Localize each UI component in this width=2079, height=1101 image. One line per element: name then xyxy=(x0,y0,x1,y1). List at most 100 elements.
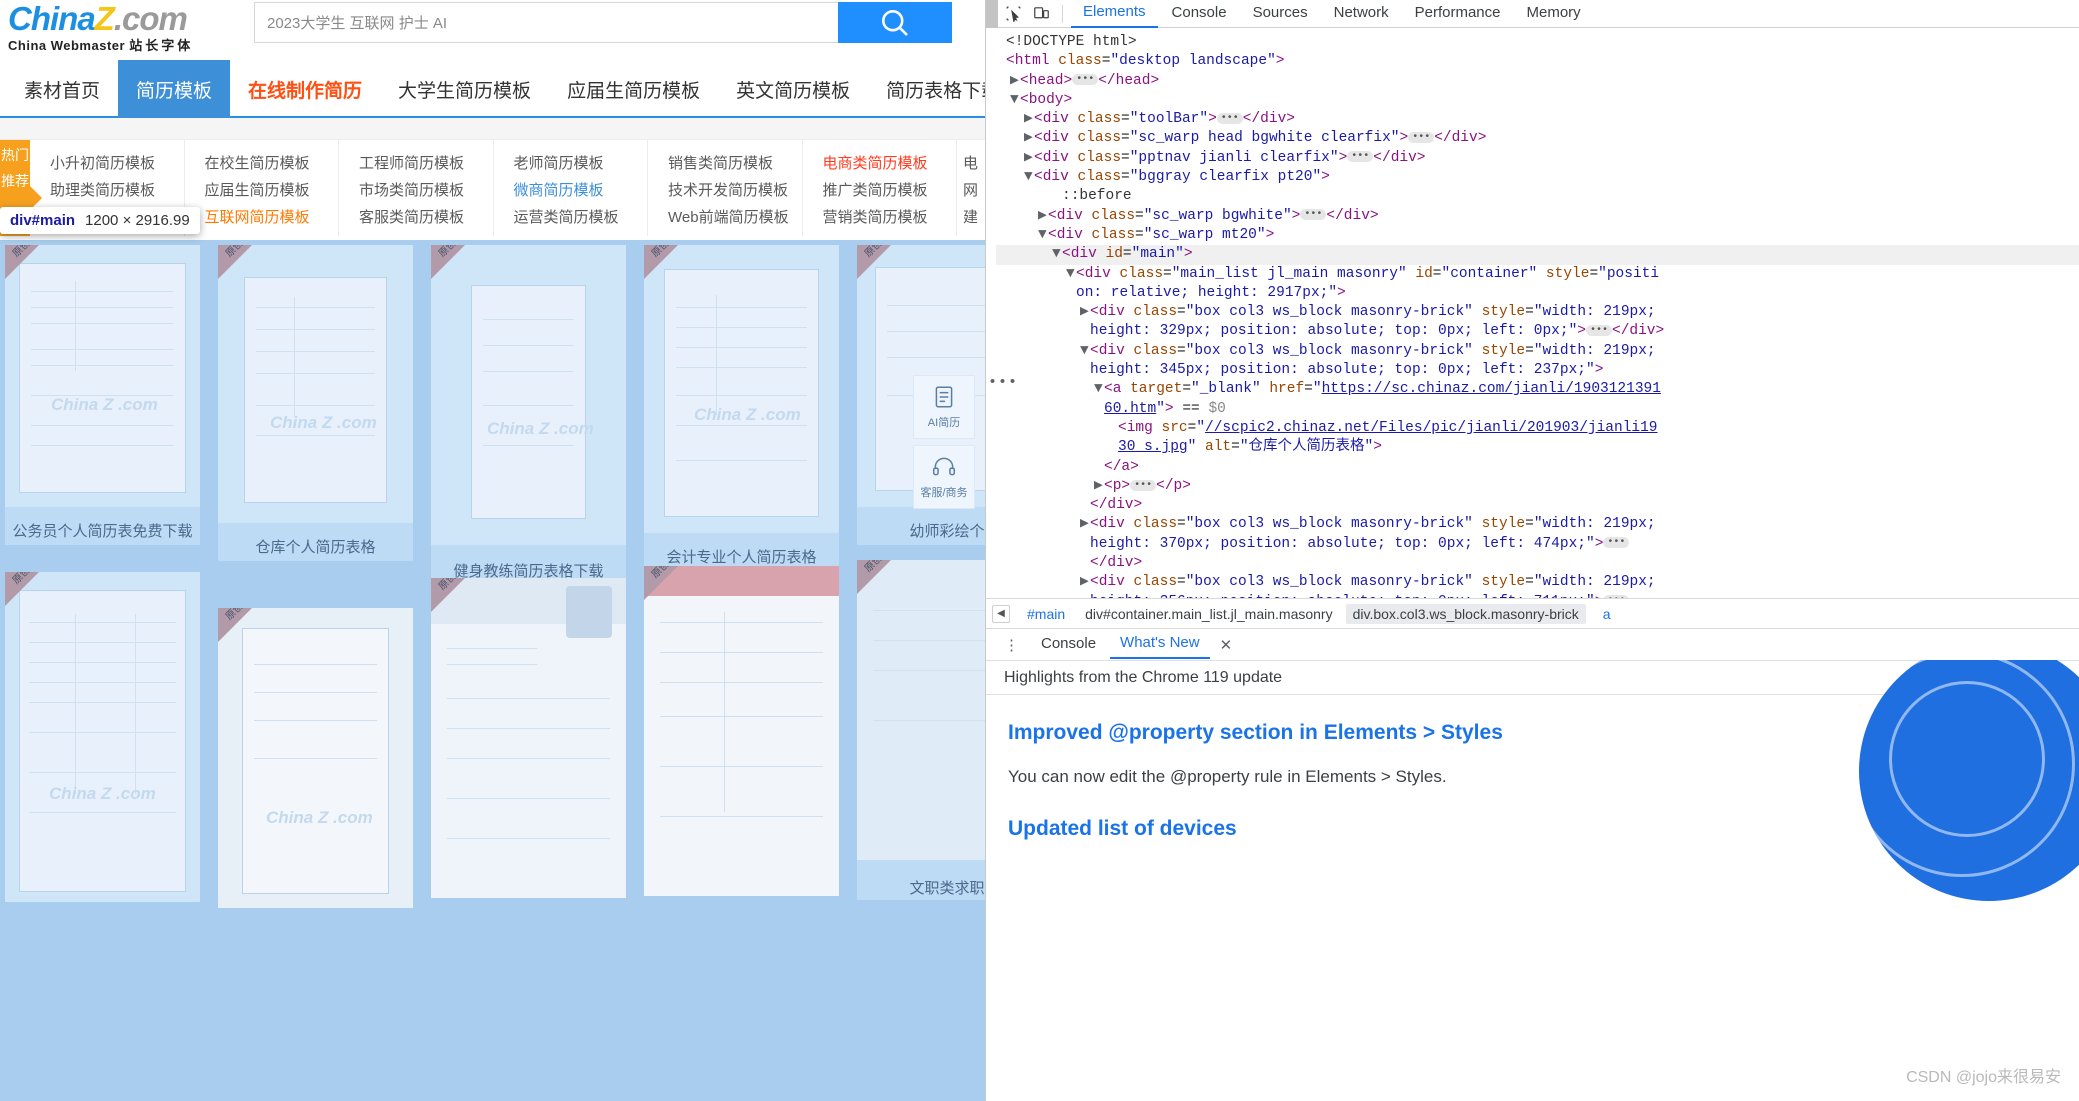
nav-item-4[interactable]: 应届生简历模板 xyxy=(549,60,718,118)
device-toolbar-button[interactable] xyxy=(1028,3,1054,25)
devtools-tab-sources[interactable]: Sources xyxy=(1241,0,1320,27)
template-card[interactable]: 原创 xyxy=(431,578,626,898)
sublink[interactable]: 工程师简历模板 xyxy=(359,150,493,177)
template-card[interactable]: China Z .com 原创 xyxy=(5,572,200,902)
dom-tree-line[interactable]: ▶<div class="pptnav jianli clearfix">•••… xyxy=(996,149,2079,168)
devtools-tab-console[interactable]: Console xyxy=(1160,0,1239,27)
disclosure-triangle-icon[interactable]: ▼ xyxy=(1094,380,1104,399)
sublink[interactable]: 技术开发简历模板 xyxy=(668,177,802,204)
disclosure-triangle-icon[interactable]: ▼ xyxy=(1024,168,1034,187)
sublink[interactable]: 电 xyxy=(963,150,985,177)
dom-tree-line[interactable]: ▼<div class="main_list jl_main masonry" … xyxy=(996,265,2079,284)
sublink[interactable]: 推广类简历模板 xyxy=(823,177,957,204)
dom-tree-line[interactable]: on: relative; height: 2917px;"> xyxy=(996,284,2079,303)
disclosure-triangle-icon[interactable]: ▶ xyxy=(1080,573,1090,592)
nav-item-2[interactable]: 在线制作简历 xyxy=(230,60,380,118)
sublink[interactable]: 市场类简历模板 xyxy=(359,177,493,204)
sublink[interactable]: 客服类简历模板 xyxy=(359,204,493,231)
sublink[interactable]: 助理类简历模板 xyxy=(50,177,184,204)
drawer-tab-console[interactable]: Console xyxy=(1031,631,1106,658)
disclosure-triangle-icon[interactable]: ▶ xyxy=(1010,72,1020,91)
dom-tree-line[interactable]: ::before xyxy=(996,187,2079,206)
template-card[interactable]: China Z .com 原创 仓库个人简历表格 xyxy=(218,245,413,561)
sublink[interactable]: 小升初简历模板 xyxy=(50,150,184,177)
devtools-tab-memory[interactable]: Memory xyxy=(1515,0,1593,27)
disclosure-triangle-icon[interactable]: ▶ xyxy=(1024,129,1034,148)
devtools-resize-handle[interactable] xyxy=(986,0,998,28)
dom-tree-line[interactable]: ▶<div class="sc_warp bgwhite">•••</div> xyxy=(996,207,2079,226)
dom-tree-line[interactable]: </div> xyxy=(996,496,2079,515)
disclosure-triangle-icon[interactable]: ▶ xyxy=(1080,303,1090,322)
dom-tree-line[interactable]: height: 345px; position: absolute; top: … xyxy=(996,361,2079,380)
sublink[interactable]: 建 xyxy=(963,204,985,231)
disclosure-triangle-icon[interactable]: ▶ xyxy=(1094,477,1104,496)
sublink[interactable]: 网 xyxy=(963,177,985,204)
devtools-tab-performance[interactable]: Performance xyxy=(1403,0,1513,27)
dom-tree-line[interactable]: ▼<body> xyxy=(996,91,2079,110)
sublink[interactable]: Web前端简历模板 xyxy=(668,204,802,231)
sublink[interactable]: 微商简历模板 xyxy=(514,177,648,204)
nav-item-0[interactable]: 素材首页 xyxy=(6,60,118,118)
disclosure-triangle-icon[interactable]: ▼ xyxy=(1038,226,1048,245)
dom-tree-line[interactable]: ▼<div class="box col3 ws_block masonry-b… xyxy=(996,342,2079,361)
side-tool-support[interactable]: 客服/商务 xyxy=(913,445,975,509)
template-card[interactable]: 原创 文职类求职简 xyxy=(857,560,985,900)
nav-item-3[interactable]: 大学生简历模板 xyxy=(380,60,549,118)
dom-tree-line[interactable]: ▼<div id="main"> xyxy=(996,245,2079,264)
search-input[interactable] xyxy=(255,3,838,42)
inspect-element-button[interactable] xyxy=(1000,3,1026,25)
sublink[interactable]: 营销类简历模板 xyxy=(823,204,957,231)
nav-item-5[interactable]: 英文简历模板 xyxy=(718,60,868,118)
dom-tree-line[interactable]: height: 329px; position: absolute; top: … xyxy=(996,322,2079,341)
dom-tree-line[interactable]: ▶<div class="box col3 ws_block masonry-b… xyxy=(996,303,2079,322)
sublink[interactable]: 老师简历模板 xyxy=(514,150,648,177)
disclosure-triangle-icon[interactable]: ▶ xyxy=(1080,515,1090,534)
devtools-tab-elements[interactable]: Elements xyxy=(1071,0,1158,28)
dom-tree-line[interactable]: <html class="desktop landscape"> xyxy=(996,52,2079,71)
dom-tree-line[interactable]: ▶<head>•••</head> xyxy=(996,72,2079,91)
side-tool-ai-resume[interactable]: AI简历 xyxy=(913,375,975,439)
dom-tree-line[interactable]: 60.htm"> == $0 xyxy=(996,400,2079,419)
sublink[interactable]: 在校生简历模板 xyxy=(205,150,339,177)
dom-tree-line[interactable]: </div> xyxy=(996,554,2079,573)
nav-item-6[interactable]: 简历表格下载 xyxy=(868,60,985,118)
search-box[interactable] xyxy=(254,2,838,43)
template-card[interactable]: China Z .com 原创 健身教练简历表格下载 xyxy=(431,245,626,585)
drawer-tab-whats-new[interactable]: What's New xyxy=(1110,630,1210,659)
dom-tree-line[interactable]: height: 370px; position: absolute; top: … xyxy=(996,535,2079,554)
dom-tree-line[interactable]: </a> xyxy=(996,458,2079,477)
disclosure-triangle-icon[interactable]: ▶ xyxy=(1038,207,1048,226)
dom-tree-line[interactable]: 30_s.jpg" alt="仓库个人简历表格"> xyxy=(996,438,2079,457)
disclosure-triangle-icon[interactable]: ▼ xyxy=(1080,342,1090,361)
breadcrumb-scroll-left-icon[interactable]: ◀ xyxy=(992,605,1010,623)
disclosure-triangle-icon[interactable]: ▼ xyxy=(1066,265,1076,284)
breadcrumb-item-main[interactable]: #main xyxy=(1020,604,1072,624)
disclosure-triangle-icon[interactable]: ▶ xyxy=(1024,110,1034,129)
close-icon[interactable]: ✕ xyxy=(1214,636,1239,654)
disclosure-triangle-icon[interactable]: ▶ xyxy=(1024,149,1034,168)
dom-tree-line[interactable]: <!DOCTYPE html> xyxy=(996,33,2079,52)
dom-tree[interactable]: <!DOCTYPE html><html class="desktop land… xyxy=(986,28,2079,598)
disclosure-triangle-icon[interactable]: ▼ xyxy=(1010,91,1020,110)
sublink[interactable]: 电商类简历模板 xyxy=(823,150,957,177)
disclosure-triangle-icon[interactable]: ▼ xyxy=(1052,245,1062,264)
sublink[interactable]: 应届生简历模板 xyxy=(205,177,339,204)
sublink[interactable]: 销售类简历模板 xyxy=(668,150,802,177)
dom-tree-line[interactable]: ▶<div class="sc_warp head bgwhite clearf… xyxy=(996,129,2079,148)
breadcrumb-item-box[interactable]: div.box.col3.ws_block.masonry-brick xyxy=(1346,604,1586,624)
dom-tree-line[interactable]: ▶<div class="box col3 ws_block masonry-b… xyxy=(996,515,2079,534)
nav-item-1[interactable]: 简历模板 xyxy=(118,60,230,118)
dom-tree-line[interactable]: ▶<div class="box col3 ws_block masonry-b… xyxy=(996,573,2079,592)
drawer-more-options-icon[interactable]: ⋮ xyxy=(996,636,1027,654)
breadcrumb-item-a[interactable]: a xyxy=(1596,604,1618,624)
sublink[interactable]: 运营类简历模板 xyxy=(514,204,648,231)
devtools-tab-network[interactable]: Network xyxy=(1322,0,1401,27)
search-button[interactable] xyxy=(838,2,952,43)
dom-tree-line[interactable]: ▼<div class="bggray clearfix pt20"> xyxy=(996,168,2079,187)
template-card[interactable]: China Z .com 原创 公务员个人简历表免费下载 xyxy=(5,245,200,545)
dom-tree-line[interactable]: <img src="//scpic2.chinaz.net/Files/pic/… xyxy=(996,419,2079,438)
template-card[interactable]: China Z .com 原创 会计专业个人简历表格 xyxy=(644,245,839,571)
site-logo[interactable]: ChinaZ.com China Webmaster 站长字体 xyxy=(8,2,238,54)
dom-row-menu-icon[interactable]: ••• xyxy=(988,374,1018,391)
breadcrumb-item-container[interactable]: div#container.main_list.jl_main.masonry xyxy=(1078,604,1339,624)
